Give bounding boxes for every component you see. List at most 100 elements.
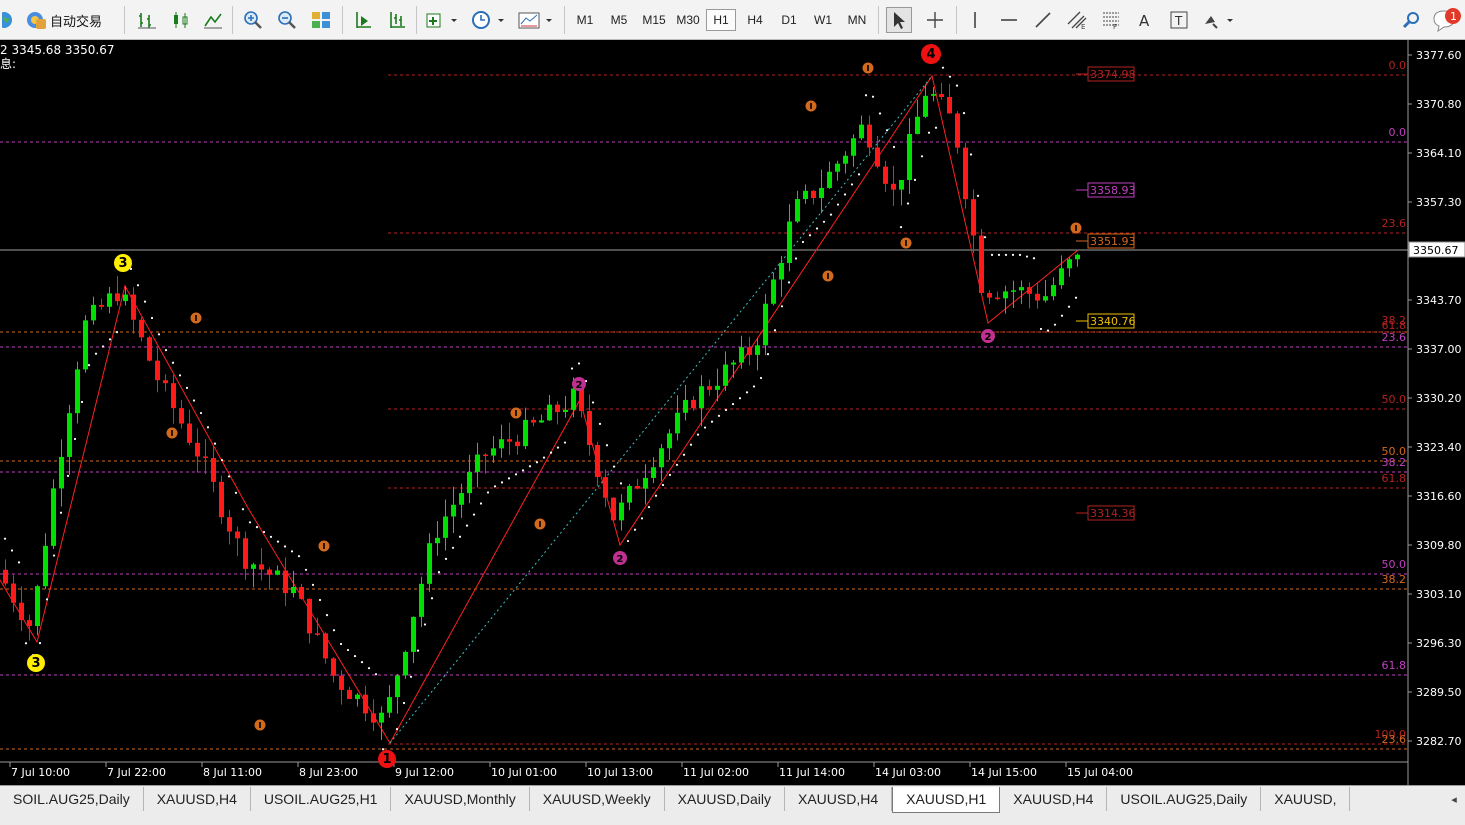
wave-label: 2 bbox=[985, 332, 992, 343]
current-price-label: 3350.67 bbox=[1413, 244, 1459, 257]
sub-wave-glyph bbox=[867, 65, 869, 71]
vertical-line-icon[interactable] bbox=[962, 7, 988, 33]
chart-tab[interactable]: USOIL.AUG25,H1 bbox=[251, 787, 392, 811]
trendline-icon[interactable] bbox=[1030, 7, 1056, 33]
sar-dot bbox=[787, 281, 791, 284]
wave-label: 4 bbox=[926, 47, 935, 62]
chart-tab[interactable]: USOIL.AUG25,Daily bbox=[1107, 787, 1262, 811]
sar-dot bbox=[192, 399, 196, 402]
fib-level-label: 61.8 bbox=[1382, 472, 1407, 485]
sar-dot bbox=[374, 673, 378, 676]
sar-dot bbox=[171, 361, 175, 364]
candle-body bbox=[587, 411, 592, 445]
crosshair-icon[interactable] bbox=[922, 7, 948, 33]
chart-tab[interactable]: XAUUSD,Monthly bbox=[391, 787, 530, 811]
horizontal-line-icon[interactable] bbox=[996, 7, 1022, 33]
chart-tab[interactable]: XAUUSD,Weekly bbox=[530, 787, 665, 811]
search-icon[interactable] bbox=[1398, 7, 1424, 33]
fib-level-label: 23.6 bbox=[1382, 217, 1407, 230]
time-axis-label: 8 Jul 23:00 bbox=[299, 766, 358, 779]
timeframe-mn[interactable]: MN bbox=[842, 9, 872, 31]
sar-dot bbox=[990, 253, 994, 256]
auto-scroll-icon[interactable] bbox=[384, 7, 410, 33]
fib-level-label: 38.2 bbox=[1382, 456, 1407, 469]
chart-tab[interactable]: XAUUSD,H1 bbox=[892, 787, 1001, 813]
candle-body bbox=[827, 171, 832, 188]
tabs-scroll-left-icon[interactable]: ◂ bbox=[1443, 789, 1465, 809]
auto-trading-button[interactable]: 自动交易 bbox=[24, 7, 116, 33]
sar-dot bbox=[563, 441, 567, 444]
sar-dot bbox=[542, 456, 546, 459]
chart-tab[interactable]: XAUUSD,H4 bbox=[785, 787, 893, 811]
timeframe-d1[interactable]: D1 bbox=[774, 9, 804, 31]
sar-dot bbox=[521, 469, 525, 472]
candle-body bbox=[1035, 293, 1040, 301]
chart-tab[interactable]: XAUUSD,H4 bbox=[1000, 787, 1108, 811]
sar-dot bbox=[353, 654, 357, 658]
timeframe-m1[interactable]: M1 bbox=[570, 9, 600, 31]
shapes-dropdown-icon[interactable] bbox=[1200, 7, 1238, 33]
toolbar: 自动交易 M1 M5 M15 M30 H1 H4 D1 W1 MN E F A … bbox=[0, 0, 1465, 40]
info-prices: 2 3345.68 3350.67 bbox=[0, 43, 115, 57]
sar-dot bbox=[423, 623, 427, 626]
price-axis-label: 3343.70 bbox=[1416, 294, 1462, 307]
candle-body bbox=[931, 94, 936, 96]
candle-body bbox=[547, 404, 552, 421]
line-chart-icon[interactable] bbox=[200, 7, 226, 33]
candle-body bbox=[1075, 254, 1080, 260]
chart-tab[interactable]: XAUUSD,Daily bbox=[665, 787, 785, 811]
candle-body bbox=[395, 675, 400, 698]
templates-dropdown-icon[interactable] bbox=[516, 7, 556, 33]
candle-body bbox=[531, 419, 536, 423]
chart-tab[interactable]: SOIL.AUG25,Daily bbox=[0, 787, 144, 811]
sar-dot bbox=[549, 451, 553, 454]
timeframe-m15[interactable]: M15 bbox=[638, 9, 670, 31]
zoom-in-icon[interactable] bbox=[240, 7, 266, 33]
zoom-out-icon[interactable] bbox=[274, 7, 300, 33]
chart-tabs: SOIL.AUG25,Daily XAUUSD,H4 USOIL.AUG25,H1 X… bbox=[0, 787, 1440, 813]
candle-body bbox=[563, 409, 568, 413]
chart-tab[interactable]: XAUUSD,H4 bbox=[144, 787, 251, 811]
wave-label: 3 bbox=[118, 256, 127, 271]
chart-shift-icon[interactable] bbox=[350, 7, 376, 33]
globe-icon[interactable] bbox=[0, 7, 18, 33]
periods-dropdown-icon[interactable] bbox=[470, 7, 508, 33]
price-axis-label: 3330.20 bbox=[1416, 392, 1462, 405]
chart-info: 2 3345.68 3350.67 息: bbox=[0, 43, 115, 71]
notifications-icon[interactable]: 1 bbox=[1432, 7, 1462, 33]
candle-body bbox=[915, 116, 920, 134]
candlestick-chart-icon[interactable] bbox=[168, 7, 194, 33]
indicators-dropdown-icon[interactable] bbox=[424, 7, 460, 33]
chart-tab[interactable]: XAUUSD, bbox=[1261, 787, 1351, 811]
sar-dot bbox=[227, 475, 231, 478]
price-axis-label: 3323.40 bbox=[1416, 441, 1462, 454]
bar-chart-icon[interactable] bbox=[134, 7, 160, 33]
candle-body bbox=[499, 439, 504, 449]
text-label-icon[interactable]: T bbox=[1166, 7, 1192, 33]
sar-dot bbox=[339, 642, 343, 646]
candle-body bbox=[435, 537, 440, 544]
sar-dot bbox=[402, 701, 406, 705]
sar-dot bbox=[241, 508, 245, 511]
timeframe-h1[interactable]: H1 bbox=[706, 9, 736, 31]
fibonacci-icon[interactable]: F bbox=[1098, 7, 1124, 33]
timeframe-h4[interactable]: H4 bbox=[740, 9, 770, 31]
price-chart[interactable]: 0.0 0.0 23.6 38.2 61.8 23.6 50.0 50.0 38.2 61.8 50… bbox=[0, 40, 1465, 785]
channel-icon[interactable]: E bbox=[1064, 7, 1090, 33]
cursor-icon[interactable] bbox=[886, 7, 912, 33]
sar-dot bbox=[45, 598, 49, 601]
candle-body bbox=[691, 399, 696, 409]
sar-dot bbox=[185, 386, 189, 389]
price-axis-label: 3303.10 bbox=[1416, 588, 1462, 601]
sar-dot bbox=[843, 193, 847, 196]
sar-dot bbox=[514, 473, 518, 476]
timeframe-m30[interactable]: M30 bbox=[672, 9, 704, 31]
sar-dot bbox=[206, 426, 210, 429]
candle-body bbox=[507, 439, 512, 442]
tile-windows-icon[interactable] bbox=[308, 7, 334, 33]
timeframe-m5[interactable]: M5 bbox=[604, 9, 634, 31]
candle-body bbox=[107, 293, 112, 307]
timeframe-w1[interactable]: W1 bbox=[808, 9, 838, 31]
text-icon[interactable]: A bbox=[1132, 7, 1158, 33]
candle-body bbox=[771, 279, 776, 304]
